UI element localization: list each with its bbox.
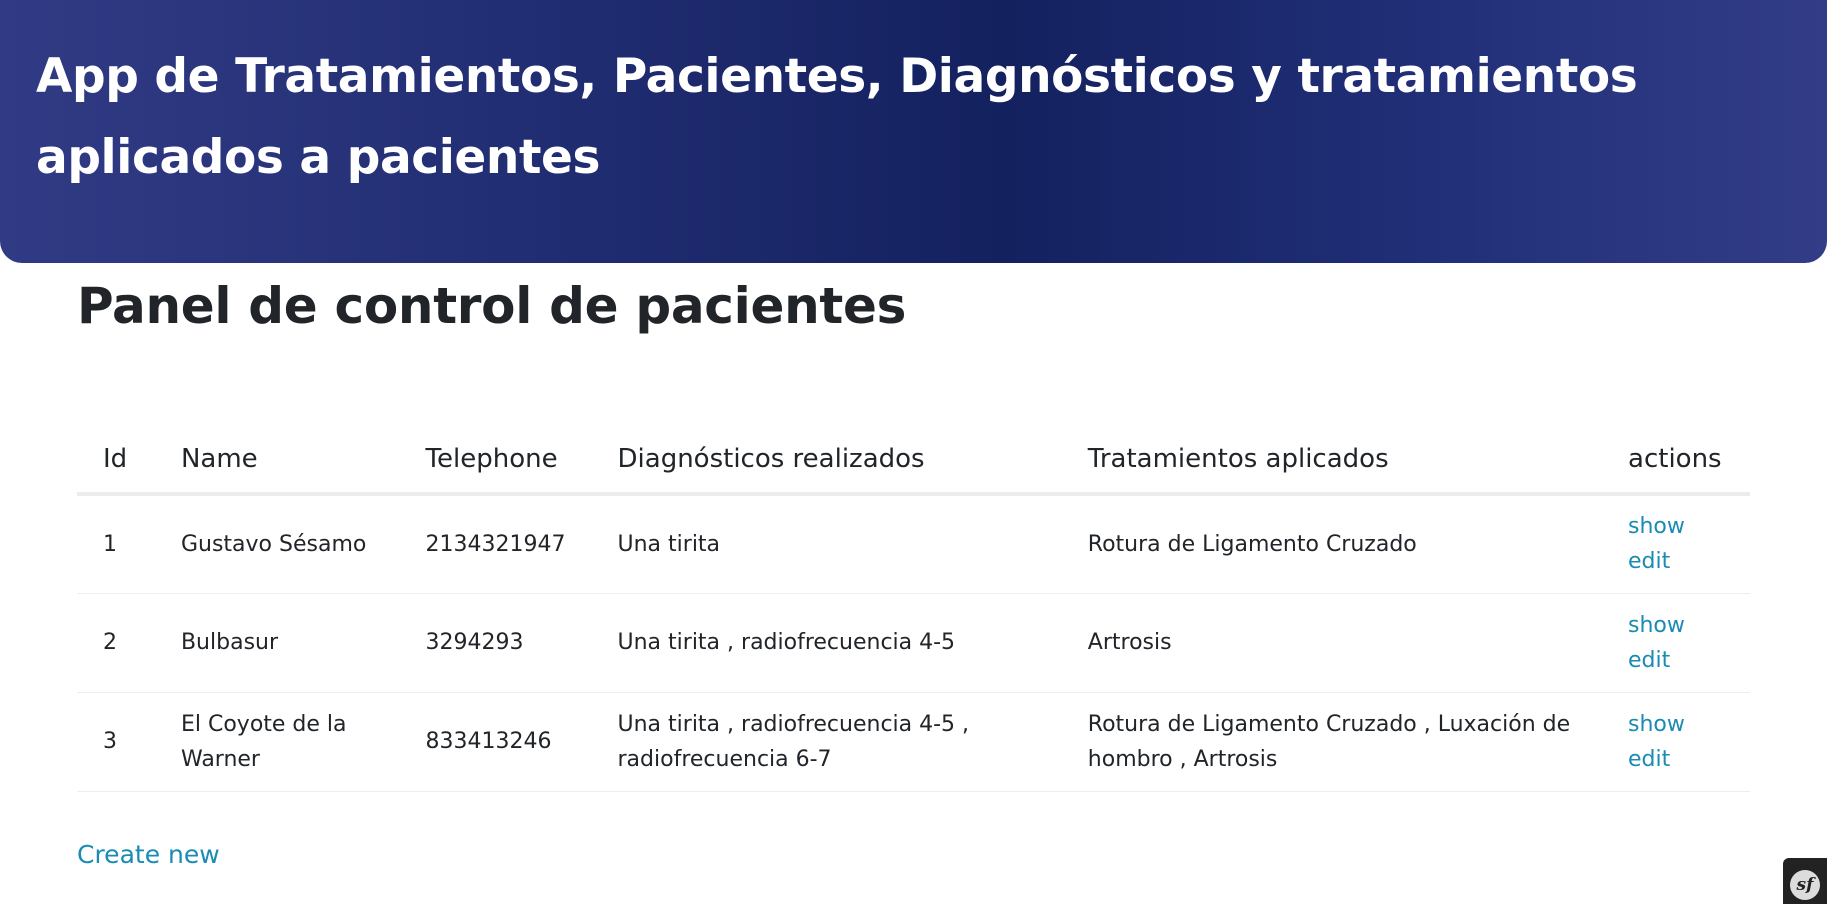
symfony-debug-toolbar[interactable]: sf [1783, 858, 1827, 904]
cell-name: Bulbasur [154, 593, 400, 693]
cell-tratamientos: Rotura de Ligamento Cruzado [1061, 494, 1603, 594]
cell-diagnosticos: Una tirita , radiofrecuencia 4-5 , radio… [591, 692, 1062, 792]
cell-id: 2 [77, 593, 155, 693]
cell-telephone: 833413246 [399, 692, 592, 792]
cell-actions: show edit [1602, 593, 1750, 693]
show-link[interactable]: show [1628, 509, 1724, 544]
cell-actions: show edit [1602, 494, 1750, 594]
show-link[interactable]: show [1628, 608, 1724, 643]
table-row: 2 Bulbasur 3294293 Una tirita , radiofre… [77, 593, 1750, 693]
column-header-name: Name [154, 425, 400, 496]
cell-name: El Coyote de la Warner [154, 692, 400, 792]
column-header-diagnosticos: Diagnósticos realizados [591, 425, 1062, 496]
table-row: 3 El Coyote de la Warner 833413246 Una t… [77, 692, 1750, 792]
edit-link[interactable]: edit [1628, 544, 1724, 579]
cell-actions: show edit [1602, 692, 1750, 792]
cell-diagnosticos: Una tirita , radiofrecuencia 4-5 [591, 593, 1062, 693]
cell-id: 1 [77, 494, 155, 594]
cell-diagnosticos: Una tirita [591, 494, 1062, 594]
show-link[interactable]: show [1628, 707, 1724, 742]
app-title: App de Tratamientos, Pacientes, Diagnóst… [36, 49, 1638, 185]
column-header-telephone: Telephone [399, 425, 592, 496]
create-new-link[interactable]: Create new [77, 837, 220, 873]
column-header-tratamientos: Tratamientos aplicados [1061, 425, 1603, 496]
cell-name: Gustavo Sésamo [154, 494, 400, 594]
cell-id: 3 [77, 692, 155, 792]
symfony-logo-icon[interactable]: sf [1790, 870, 1820, 900]
patients-table: Id Name Telephone Diagnósticos realizado… [77, 425, 1750, 792]
cell-telephone: 2134321947 [399, 494, 592, 594]
edit-link[interactable]: edit [1628, 643, 1724, 678]
edit-link[interactable]: edit [1628, 742, 1724, 777]
cell-tratamientos: Rotura de Ligamento Cruzado , Luxación d… [1061, 692, 1603, 792]
table-header: Id Name Telephone Diagnósticos realizado… [77, 425, 1750, 496]
table-row: 1 Gustavo Sésamo 2134321947 Una tirita R… [77, 494, 1750, 594]
cell-telephone: 3294293 [399, 593, 592, 693]
table-header-row: Id Name Telephone Diagnósticos realizado… [77, 425, 1750, 496]
header-banner: App de Tratamientos, Pacientes, Diagnóst… [0, 0, 1827, 263]
patients-table-container: Id Name Telephone Diagnósticos realizado… [77, 425, 1750, 792]
page-title: Panel de control de pacientes [77, 277, 907, 335]
column-header-id: Id [77, 425, 155, 496]
cell-tratamientos: Artrosis [1061, 593, 1603, 693]
column-header-actions: actions [1602, 425, 1750, 496]
table-body: 1 Gustavo Sésamo 2134321947 Una tirita R… [77, 494, 1750, 792]
